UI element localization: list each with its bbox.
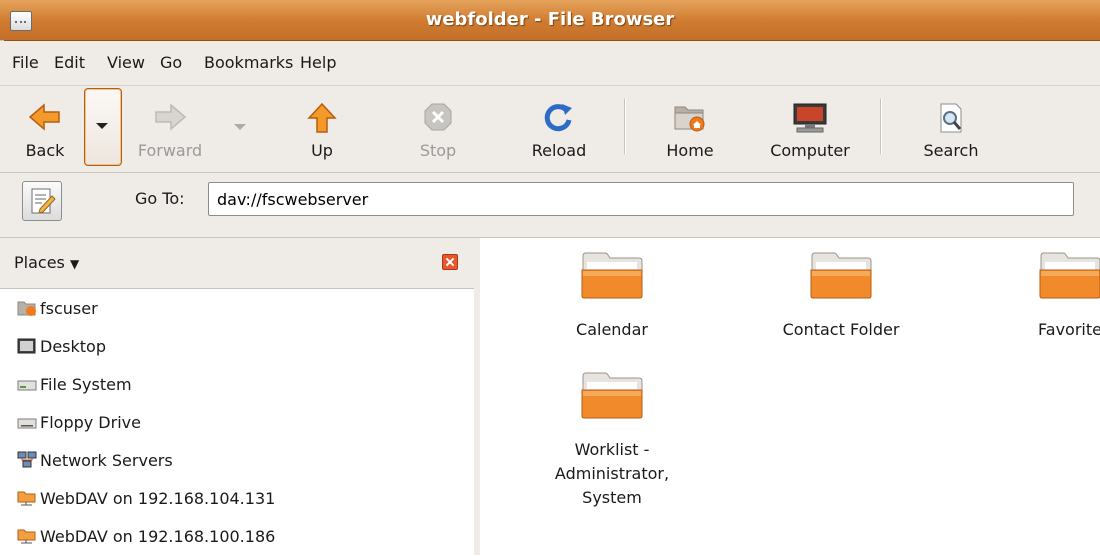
sidebar-item-desktop[interactable]: Desktop xyxy=(0,328,474,366)
folder-calendar[interactable]: Calendar xyxy=(532,250,692,342)
forward-arrow-icon xyxy=(155,103,187,131)
location-toggle-button[interactable] xyxy=(22,181,62,221)
file-label: Contact Folder xyxy=(782,320,900,339)
folder-icon xyxy=(581,372,643,419)
stop-button[interactable]: Stop xyxy=(398,92,478,166)
places-dropdown[interactable]: Places ▼ xyxy=(14,253,79,272)
desktop-icon xyxy=(17,338,36,354)
menu-help[interactable]: Help xyxy=(300,53,336,72)
reload-label: Reload xyxy=(531,141,587,160)
menu-edit[interactable]: Edit xyxy=(54,53,85,72)
location-bar: Go To: xyxy=(0,173,1100,238)
home-folder-icon xyxy=(674,106,705,132)
drive-icon xyxy=(17,380,37,391)
folder-icon xyxy=(810,252,872,299)
file-label: Worklist - Administrator, System xyxy=(532,438,692,510)
forward-button[interactable]: Forward xyxy=(125,92,215,166)
home-label: Home xyxy=(666,141,714,160)
sidebar-item-file-system[interactable]: File System xyxy=(0,366,474,404)
forward-label: Forward xyxy=(137,141,203,160)
folder-icon xyxy=(581,252,643,299)
reload-icon xyxy=(544,104,572,132)
search-button[interactable]: Search xyxy=(906,92,996,166)
up-button[interactable]: Up xyxy=(282,92,362,166)
menu-bookmarks[interactable]: Bookmarks xyxy=(204,53,293,72)
places-header: Places ▼ xyxy=(0,238,474,289)
sidebar-item-label: WebDAV on 192.168.104.131 xyxy=(40,489,276,508)
chevron-down-icon xyxy=(96,123,108,129)
file-label-line: Administrator, xyxy=(554,464,670,483)
toolbar-separator xyxy=(624,98,626,154)
sidebar-item-label: Floppy Drive xyxy=(40,413,141,432)
floppy-icon xyxy=(17,418,37,429)
toolbar: Back Forward Up Stop Reload Home Compute… xyxy=(0,86,1100,173)
sidebar: Places ▼ fscuser Desktop File System Flo… xyxy=(0,238,480,555)
sidebar-item-label: WebDAV on 192.168.100.186 xyxy=(40,527,276,546)
home-button[interactable]: Home xyxy=(650,92,730,166)
goto-label: Go To: xyxy=(135,189,185,208)
file-view[interactable]: Calendar Contact Folder Favorite Worklis… xyxy=(480,238,1100,555)
folder-favorite[interactable]: Favorite xyxy=(990,250,1100,342)
back-label: Back xyxy=(25,141,65,160)
window-title: webfolder - File Browser xyxy=(425,9,675,30)
folder-icon xyxy=(1039,252,1100,299)
file-label-line: Worklist - xyxy=(574,440,650,459)
sidebar-item-label: File System xyxy=(40,375,132,394)
menu-go[interactable]: Go xyxy=(160,53,182,72)
chevron-down-icon: ▼ xyxy=(69,257,80,271)
folder-contact-folder[interactable]: Contact Folder xyxy=(761,250,921,342)
sidebar-item-floppy-drive[interactable]: Floppy Drive xyxy=(0,404,474,442)
sidebar-item-webdav-1[interactable]: WebDAV on 192.168.104.131 xyxy=(0,480,474,518)
sidebar-item-webdav-2[interactable]: WebDAV on 192.168.100.186 xyxy=(0,518,474,556)
title-bar[interactable]: webfolder - File Browser xyxy=(0,0,1100,41)
file-label: Calendar xyxy=(576,320,648,339)
search-icon xyxy=(940,103,962,133)
back-arrow-icon xyxy=(28,103,60,131)
sidebar-item-fscuser[interactable]: fscuser xyxy=(0,290,474,328)
folder-worklist[interactable]: Worklist - Administrator, System xyxy=(532,370,692,510)
computer-label: Computer xyxy=(770,141,850,160)
stop-icon xyxy=(424,103,452,131)
home-folder-icon xyxy=(17,301,36,316)
sidebar-item-label: Network Servers xyxy=(40,451,173,470)
network-folder-icon xyxy=(17,529,36,544)
location-input[interactable] xyxy=(208,182,1074,216)
network-icon xyxy=(17,451,37,468)
stop-label: Stop xyxy=(419,141,457,160)
back-button[interactable]: Back xyxy=(10,92,80,166)
computer-icon xyxy=(793,103,827,133)
menu-bar: File Edit View Go Bookmarks Help xyxy=(0,41,1100,86)
up-arrow-icon xyxy=(307,102,337,133)
places-title: Places xyxy=(14,253,65,272)
search-label: Search xyxy=(923,141,979,160)
menu-view[interactable]: View xyxy=(107,53,145,72)
toolbar-separator xyxy=(880,98,882,154)
sidebar-item-network-servers[interactable]: Network Servers xyxy=(0,442,474,480)
up-label: Up xyxy=(311,141,333,160)
file-label-line: System xyxy=(582,488,642,507)
forward-history-dropdown-icon[interactable] xyxy=(234,124,246,130)
computer-button[interactable]: Computer xyxy=(755,92,865,166)
sidebar-item-label: Desktop xyxy=(40,337,106,356)
file-label: Favorite xyxy=(1038,320,1100,339)
close-sidebar-icon[interactable] xyxy=(442,254,458,270)
reload-button[interactable]: Reload xyxy=(514,92,604,166)
network-folder-icon xyxy=(17,491,36,506)
back-history-dropdown[interactable] xyxy=(84,88,122,166)
menu-file[interactable]: File xyxy=(12,53,39,72)
sidebar-item-label: fscuser xyxy=(40,299,98,318)
edit-location-icon xyxy=(31,188,56,214)
